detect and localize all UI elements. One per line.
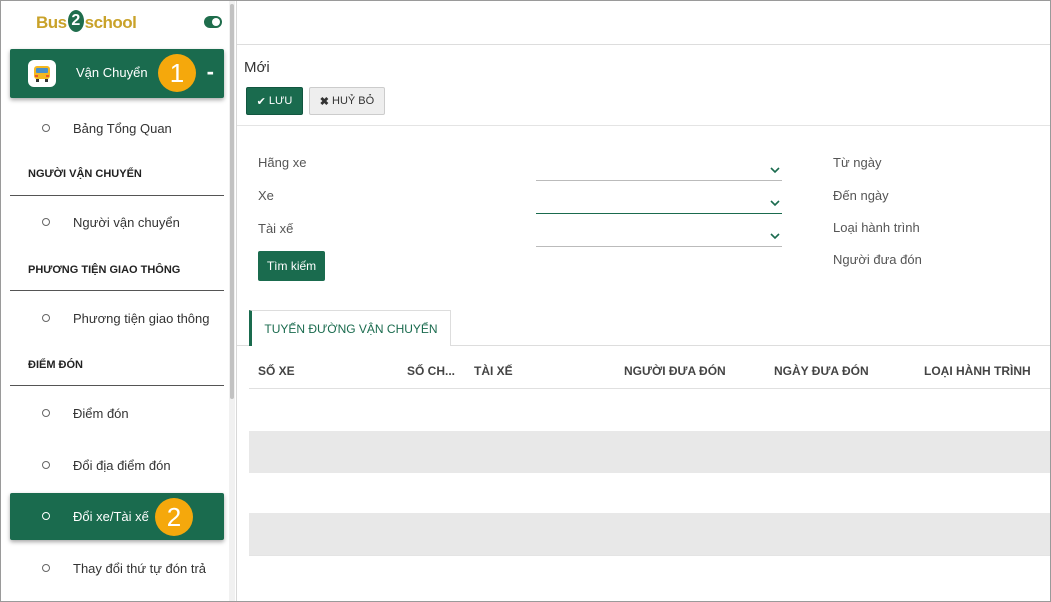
- page-title: Mới: [244, 59, 270, 76]
- cancel-button[interactable]: ✖ HUỶ BỎ: [309, 87, 385, 115]
- sidebar-item-doi-dia-diem-don[interactable]: Đổi địa điểm đón: [10, 450, 224, 480]
- sidebar-item-label: Thay đổi thứ tự đón trả: [73, 560, 207, 576]
- tab-bar-line: [451, 345, 1051, 346]
- search-button[interactable]: Tìm kiếm: [258, 251, 325, 281]
- table-row-divider: [249, 555, 1051, 556]
- chevron-down-icon: [770, 196, 780, 210]
- save-button-label: LƯU: [268, 95, 293, 107]
- sidebar-item-label: Người vận chuyển: [73, 214, 180, 230]
- circle-icon: [42, 512, 50, 520]
- xe-select[interactable]: [536, 194, 782, 214]
- sidebar-scrollbar-thumb[interactable]: [230, 4, 234, 399]
- hang-xe-select[interactable]: [536, 161, 782, 181]
- section-title-nguoi-van-chuyen: NGƯỜI VẬN CHUYỂN: [28, 168, 142, 180]
- logo-text-bus: Bus: [36, 13, 67, 32]
- column-header-so-xe[interactable]: SỐ XE: [258, 364, 295, 378]
- sidebar-item-label: Điểm đón: [73, 405, 129, 421]
- label-xe: Xe: [258, 188, 274, 203]
- sidebar-item-phuong-tien[interactable]: Phương tiện giao thông: [10, 303, 224, 333]
- column-header-tai-xe[interactable]: TÀI XẾ: [474, 364, 513, 378]
- table-row: [249, 431, 1051, 473]
- table-row: [249, 513, 1051, 555]
- collapse-icon[interactable]: -: [207, 59, 214, 85]
- divider: [237, 125, 1051, 126]
- section-title-diem-don: ĐIỂM ĐÓN: [28, 359, 83, 371]
- circle-icon: [42, 314, 50, 322]
- app-logo[interactable]: Bus 2 school: [36, 10, 137, 36]
- top-bar: [237, 0, 1051, 45]
- sidebar-item-label: Đổi địa điểm đón: [73, 457, 171, 473]
- step-badge-1: 1: [158, 54, 196, 92]
- sidebar-item-bang-tong-quan[interactable]: Bảng Tổng Quan: [10, 113, 224, 143]
- save-button[interactable]: ✔ LƯU: [246, 87, 303, 115]
- circle-icon: [42, 409, 50, 417]
- section-divider: [10, 385, 224, 386]
- school-bus-icon: [28, 60, 56, 87]
- label-loai-hanh-trinh: Loại hành trình: [833, 220, 920, 235]
- column-header-ngay-dua-don[interactable]: NGÀY ĐƯA ĐÓN: [774, 364, 869, 378]
- sidebar-item-label: Phương tiện giao thông: [73, 310, 210, 326]
- logo-text-2: 2: [67, 10, 84, 32]
- sidebar-item-diem-don[interactable]: Điểm đón: [10, 398, 224, 428]
- label-den-ngay: Đến ngày: [833, 188, 889, 203]
- label-tai-xe: Tài xế: [258, 221, 294, 236]
- label-nguoi-dua-don: Người đưa đón: [833, 252, 922, 267]
- tab-tuyen-duong[interactable]: TUYẾN ĐƯỜNG VẬN CHUYỂN: [249, 310, 451, 346]
- sidebar-item-thay-doi-thu-tu[interactable]: Thay đổi thứ tự đón trả: [10, 553, 224, 583]
- column-header-nguoi-dua-don[interactable]: NGƯỜI ĐƯA ĐÓN: [624, 364, 726, 378]
- step-badge-2: 2: [155, 498, 193, 536]
- column-header-loai-hanh-trinh[interactable]: LOẠI HÀNH TRÌNH: [924, 364, 1031, 378]
- circle-icon: [42, 218, 50, 226]
- chevron-down-icon: [770, 229, 780, 243]
- logo-text-school: school: [84, 13, 137, 32]
- sidebar-divider: [236, 0, 237, 602]
- label-hang-xe: Hãng xe: [258, 155, 307, 170]
- circle-icon: [42, 564, 50, 572]
- sidebar: Bus 2 school Vận Chuyển - 1 Bảng Tổng Qu…: [0, 0, 236, 602]
- close-icon: ✖: [319, 95, 330, 108]
- sidebar-toggle[interactable]: [204, 16, 222, 28]
- section-divider: [10, 290, 224, 291]
- label-tu-ngay: Từ ngày: [833, 155, 882, 170]
- column-header-so-cho[interactable]: SỐ CH...: [407, 364, 455, 378]
- sidebar-item-label: Bảng Tổng Quan: [73, 120, 172, 136]
- circle-icon: [42, 461, 50, 469]
- sidebar-item-nguoi-van-chuyen[interactable]: Người vận chuyển: [10, 207, 224, 237]
- menu-item-label: Vận Chuyển: [76, 65, 148, 80]
- section-title-phuong-tien: PHƯƠNG TIỆN GIAO THÔNG: [28, 264, 181, 276]
- circle-icon: [42, 124, 50, 132]
- table-header-divider: [249, 388, 1051, 389]
- sidebar-item-label: Đổi xe/Tài xế: [73, 509, 149, 524]
- tai-xe-select[interactable]: [536, 227, 782, 247]
- chevron-down-icon: [770, 163, 780, 177]
- check-icon: ✔: [256, 95, 266, 108]
- section-divider: [10, 195, 224, 196]
- tab-bar-line: [237, 345, 249, 346]
- cancel-button-label: HUỶ BỎ: [332, 95, 375, 107]
